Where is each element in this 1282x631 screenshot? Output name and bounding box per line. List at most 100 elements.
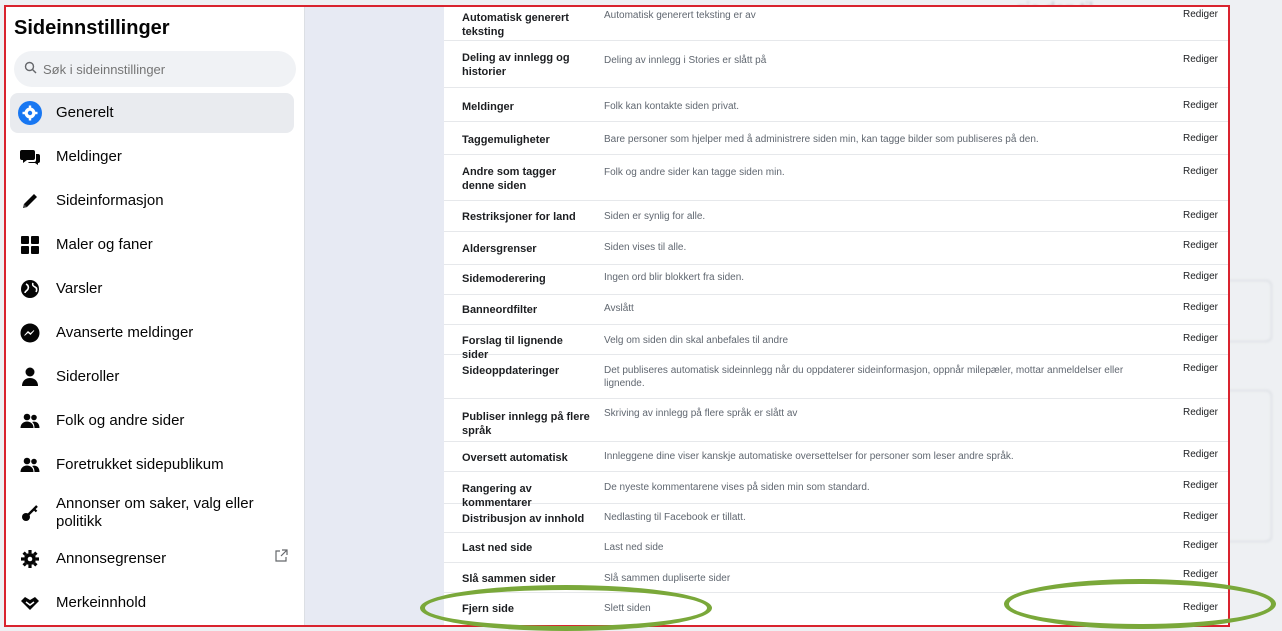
- person-icon: [18, 365, 42, 389]
- setting-description: Nedlasting til Facebook er tillatt.: [604, 512, 746, 523]
- setting-description: Last ned side: [604, 542, 664, 553]
- settings-row-aldersgrenser[interactable]: Aldersgrenser Siden vises til alle. Redi…: [444, 232, 1228, 265]
- sidebar-item-label: Foretrukket sidepublikum: [56, 456, 224, 473]
- sidebar-item-label: Maler og faner: [56, 236, 153, 253]
- grid-icon: [18, 233, 42, 257]
- setting-description: Innleggene dine viser kanskje automatisk…: [604, 451, 1014, 462]
- sidebar-item-merkeinnhold[interactable]: Merkeinnhold: [10, 583, 294, 623]
- edit-link[interactable]: Rediger: [1183, 100, 1218, 111]
- sidebar-item-label: Sideinformasjon: [56, 192, 164, 209]
- sidebar-item-maler-og-faner[interactable]: Maler og faner: [10, 225, 294, 265]
- settings-sidebar: Sideinnstillinger Generelt Meldinger Sid…: [6, 7, 305, 625]
- edit-link[interactable]: Rediger: [1183, 9, 1218, 20]
- settings-row-deling-av-innlegg[interactable]: Deling av innlegg og historier Deling av…: [444, 41, 1228, 88]
- edit-link[interactable]: Rediger: [1183, 54, 1218, 65]
- settings-row-forslag-lignende-sider[interactable]: Forslag til lignende sider Velg om siden…: [444, 325, 1228, 361]
- edit-link[interactable]: Rediger: [1183, 302, 1218, 313]
- sidebar-item-label: Sideroller: [56, 368, 120, 385]
- edit-link[interactable]: Rediger: [1183, 133, 1218, 144]
- setting-name: Meldinger: [462, 101, 514, 113]
- settings-row-meldinger[interactable]: Meldinger Folk kan kontakte siden privat…: [444, 88, 1228, 122]
- edit-link[interactable]: Rediger: [1183, 407, 1218, 418]
- edit-link[interactable]: Rediger: [1183, 363, 1218, 374]
- settings-row-sideoppdateringer[interactable]: Sideoppdateringer Det publiseres automat…: [444, 355, 1228, 399]
- edit-link[interactable]: Rediger: [1183, 602, 1218, 613]
- setting-description: Slett siden: [604, 603, 651, 614]
- setting-name: Deling av innlegg og historier: [462, 52, 570, 78]
- gear-icon: [18, 547, 42, 571]
- pencil-icon: [18, 189, 42, 213]
- edit-link[interactable]: Rediger: [1183, 166, 1218, 177]
- sidebar-item-generelt[interactable]: Generelt: [10, 93, 294, 133]
- setting-name: Last ned side: [462, 542, 533, 554]
- setting-name: Restriksjoner for land: [462, 211, 576, 223]
- setting-name: Distribusjon av innhold: [462, 513, 585, 525]
- setting-description: Avslått: [604, 303, 634, 314]
- settings-row-automatisk-teksting[interactable]: Automatisk generert teksting Automatisk …: [444, 7, 1228, 41]
- sidebar-item-annonsegrenser[interactable]: Annonsegrenser: [10, 539, 294, 579]
- edit-link[interactable]: Rediger: [1183, 569, 1218, 580]
- edit-link[interactable]: Rediger: [1183, 240, 1218, 251]
- sidebar-item-label: Merkeinnhold: [56, 594, 147, 611]
- settings-row-banneordfilter[interactable]: Banneordfilter Avslått Rediger: [444, 295, 1228, 325]
- setting-name: Publiser innlegg på flere språk: [462, 411, 590, 437]
- setting-description: Ingen ord blir blokkert fra siden.: [604, 272, 745, 283]
- setting-description: Slå sammen dupliserte sider: [604, 573, 731, 584]
- sidebar-title: Sideinnstillinger: [14, 17, 170, 39]
- settings-row-distribusjon-innhold[interactable]: Distribusjon av innhold Nedlasting til F…: [444, 504, 1228, 533]
- sidebar-item-label: Generelt: [56, 104, 114, 121]
- globe-icon: [18, 277, 42, 301]
- setting-name: Slå sammen sider: [462, 573, 556, 585]
- settings-row-rangering-kommentarer[interactable]: Rangering av kommentarer De nyeste komme…: [444, 472, 1228, 509]
- messenger-icon: [18, 321, 42, 345]
- settings-row-oversett-automatisk[interactable]: Oversett automatisk Innleggene dine vise…: [444, 442, 1228, 472]
- sidebar-item-sideroller[interactable]: Sideroller: [10, 357, 294, 397]
- setting-description: Bare personer som hjelper med å administ…: [604, 134, 1039, 145]
- settings-row-restriksjoner-for-land[interactable]: Restriksjoner for land Siden er synlig f…: [444, 201, 1228, 232]
- edit-link[interactable]: Rediger: [1183, 540, 1218, 551]
- setting-name: Automatisk generert teksting: [462, 12, 569, 38]
- settings-row-fjern-side[interactable]: Fjern side Slett siden Rediger: [444, 593, 1228, 625]
- sidebar-item-varsler[interactable]: Varsler: [10, 269, 294, 309]
- edit-link[interactable]: Rediger: [1183, 480, 1218, 491]
- sidebar-item-sideinformasjon[interactable]: Sideinformasjon: [10, 181, 294, 221]
- sidebar-item-avanserte-meldinger[interactable]: Avanserte meldinger: [10, 313, 294, 353]
- settings-row-andre-som-tagger[interactable]: Andre som tagger denne siden Folk og and…: [444, 155, 1228, 201]
- setting-name: Banneordfilter: [462, 304, 538, 316]
- settings-row-sidemoderering[interactable]: Sidemoderering Ingen ord blir blokkert f…: [444, 265, 1228, 295]
- edit-link[interactable]: Rediger: [1183, 271, 1218, 282]
- external-link-icon: [274, 549, 288, 568]
- setting-description: Folk og andre sider kan tagge siden min.: [604, 167, 785, 178]
- setting-name: Sidemoderering: [462, 273, 546, 285]
- edit-link[interactable]: Rediger: [1183, 449, 1218, 460]
- sidebar-item-meldinger[interactable]: Meldinger: [10, 137, 294, 177]
- edit-link[interactable]: Rediger: [1183, 511, 1218, 522]
- messages-icon: [18, 145, 42, 169]
- setting-description: Det publiseres automatisk sideinnlegg nå…: [604, 365, 1124, 389]
- search-input[interactable]: [43, 61, 273, 77]
- setting-name: Oversett automatisk: [462, 452, 568, 464]
- sidebar-item-label: Annonser om saker, valg eller politikk: [56, 495, 254, 530]
- settings-row-last-ned-side[interactable]: Last ned side Last ned side Rediger: [444, 533, 1228, 563]
- setting-description: Deling av innlegg i Stories er slått på: [604, 55, 767, 66]
- sidebar-item-label: Avanserte meldinger: [56, 324, 194, 341]
- setting-description: Folk kan kontakte siden privat.: [604, 101, 740, 112]
- screenshot-frame: Sideinnstillinger Generelt Meldinger Sid…: [4, 5, 1230, 627]
- handshake-icon: [18, 591, 42, 615]
- setting-description: Velg om siden din skal anbefales til and…: [604, 335, 789, 346]
- sidebar-item-folk-og-andre-sider[interactable]: Folk og andre sider: [10, 401, 294, 441]
- key-icon: [18, 501, 42, 525]
- sidebar-item-foretrukket-sidepublikum[interactable]: Foretrukket sidepublikum: [10, 445, 294, 485]
- sidebar-item-label: Folk og andre sider: [56, 412, 185, 429]
- settings-row-sla-sammen-sider[interactable]: Slå sammen sider Slå sammen dupliserte s…: [444, 563, 1228, 593]
- edit-link[interactable]: Rediger: [1183, 333, 1218, 344]
- settings-row-publiser-flere-sprak[interactable]: Publiser innlegg på flere språk Skriving…: [444, 399, 1228, 442]
- search-box[interactable]: [14, 51, 296, 87]
- setting-description: Siden er synlig for alle.: [604, 211, 706, 222]
- settings-row-taggemuligheter[interactable]: Taggemuligheter Bare personer som hjelpe…: [444, 122, 1228, 155]
- setting-name: Andre som tagger denne siden: [462, 166, 557, 192]
- sidebar-item-label: Meldinger: [56, 148, 122, 165]
- edit-link[interactable]: Rediger: [1183, 210, 1218, 221]
- sidebar-item-annonser-om-saker[interactable]: Annonser om saker, valg eller politikk: [10, 489, 294, 537]
- setting-name: Fjern side: [462, 603, 514, 615]
